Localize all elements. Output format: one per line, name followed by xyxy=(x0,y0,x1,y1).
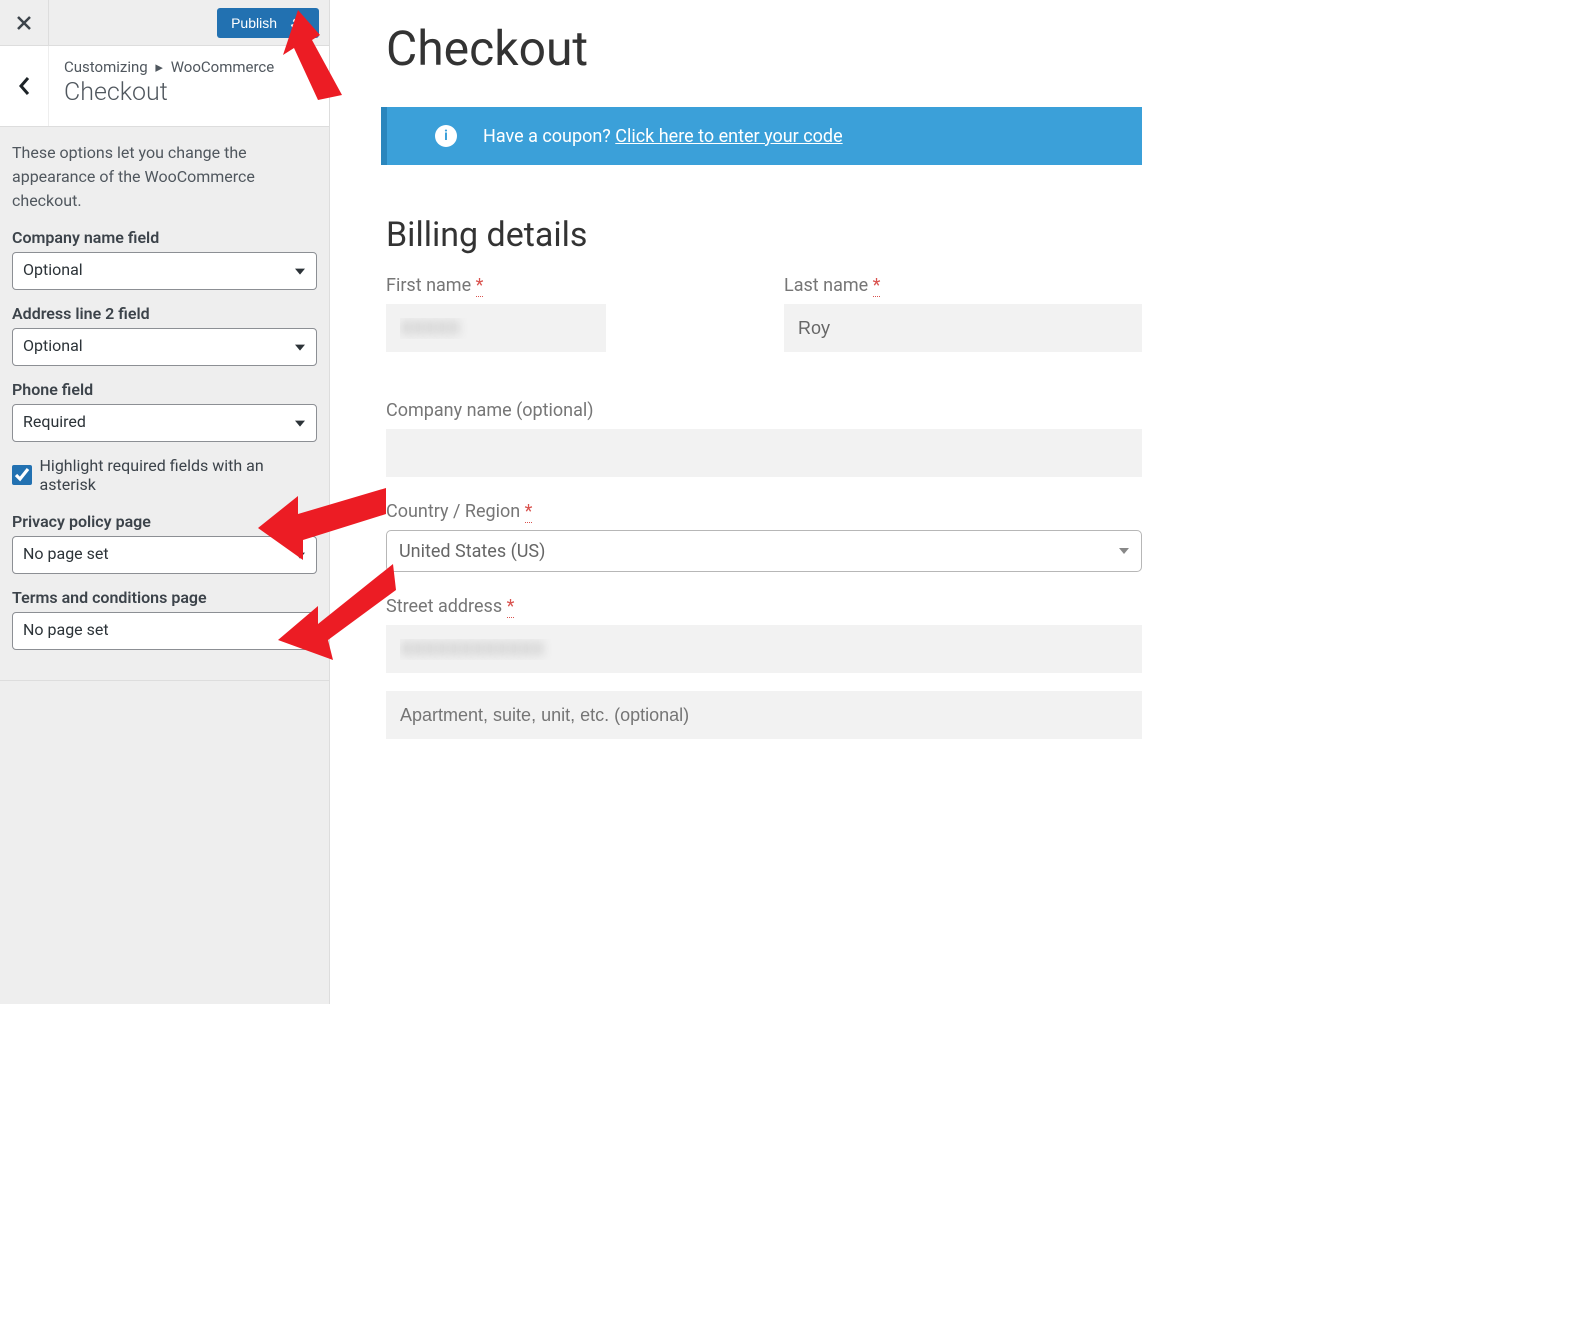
control-privacy-policy-page: Privacy policy page No page set xyxy=(12,512,317,574)
country-select[interactable]: United States (US) xyxy=(386,530,1142,572)
street-label: Street address * xyxy=(386,596,1142,617)
last-name-row: Last name * xyxy=(784,275,1142,352)
control-label: Privacy policy page xyxy=(12,512,317,531)
control-terms-conditions-page: Terms and conditions page No page set xyxy=(12,588,317,650)
last-name-input[interactable] xyxy=(784,304,1142,352)
coupon-notice: i Have a coupon? Click here to enter you… xyxy=(381,107,1142,165)
coupon-prompt: Have a coupon? xyxy=(483,126,611,147)
street-address-input[interactable] xyxy=(386,625,1142,673)
gear-icon xyxy=(289,15,305,31)
preview-pane: Checkout i Have a coupon? Click here to … xyxy=(332,0,1180,1004)
highlight-required-checkbox[interactable] xyxy=(12,465,32,485)
close-button[interactable] xyxy=(0,0,49,45)
label-text: Street address xyxy=(386,596,502,617)
label-text: Country / Region xyxy=(386,501,520,522)
control-phone-field: Phone field Required xyxy=(12,380,317,442)
address-line-2-select[interactable]: Optional xyxy=(12,328,317,366)
control-label: Phone field xyxy=(12,380,317,399)
control-address-line-2-field: Address line 2 field Optional xyxy=(12,304,317,366)
company-input[interactable] xyxy=(386,429,1142,477)
info-icon: i xyxy=(435,125,457,147)
customizer-sidebar: Publish Customizing ▸ WooCommerce Checko… xyxy=(0,0,330,1004)
page-title: Checkout xyxy=(386,20,1142,77)
company-name-select[interactable]: Optional xyxy=(12,252,317,290)
publish-button[interactable]: Publish xyxy=(217,8,319,38)
sidebar-body: These options let you change the appeara… xyxy=(0,127,329,681)
highlight-required-label[interactable]: Highlight required fields with an asteri… xyxy=(40,456,317,494)
phone-select[interactable]: Required xyxy=(12,404,317,442)
breadcrumb-separator-icon: ▸ xyxy=(155,58,163,76)
back-button[interactable] xyxy=(0,46,49,126)
divider xyxy=(0,680,329,681)
first-name-label: First name * xyxy=(386,275,744,296)
section-title: Checkout xyxy=(64,78,274,107)
control-label: Company name field xyxy=(12,228,317,247)
privacy-policy-select[interactable]: No page set xyxy=(12,536,317,574)
coupon-link[interactable]: Click here to enter your code xyxy=(615,126,842,147)
label-text: First name xyxy=(386,275,471,296)
billing-heading: Billing details xyxy=(386,215,1142,255)
apartment-input[interactable] xyxy=(386,691,1142,739)
highlight-required-row: Highlight required fields with an asteri… xyxy=(12,456,317,494)
country-row: Country / Region * United States (US) xyxy=(386,501,1142,572)
control-label: Address line 2 field xyxy=(12,304,317,323)
breadcrumb-root: Customizing xyxy=(64,58,148,76)
company-label: Company name (optional) xyxy=(386,400,1142,421)
street-address-row: Street address * xyxy=(386,596,1142,739)
label-text: Last name xyxy=(784,275,868,296)
company-row: Company name (optional) xyxy=(386,400,1142,477)
required-asterisk-icon: * xyxy=(525,501,533,523)
chevron-down-icon xyxy=(1119,548,1129,554)
control-company-name-field: Company name field Optional xyxy=(12,228,317,290)
sidebar-topbar: Publish xyxy=(0,0,329,46)
close-icon xyxy=(17,16,31,30)
first-name-input[interactable] xyxy=(386,304,606,352)
country-value: United States (US) xyxy=(399,541,545,562)
breadcrumb-parent: WooCommerce xyxy=(171,58,275,76)
sidebar-header: Customizing ▸ WooCommerce Checkout xyxy=(0,46,329,127)
required-asterisk-icon: * xyxy=(873,275,881,297)
last-name-label: Last name * xyxy=(784,275,1142,296)
publish-label: Publish xyxy=(231,15,277,31)
terms-conditions-select[interactable]: No page set xyxy=(12,612,317,650)
required-asterisk-icon: * xyxy=(476,275,484,297)
country-label: Country / Region * xyxy=(386,501,1142,522)
chevron-left-icon xyxy=(18,76,30,96)
first-name-row: First name * xyxy=(386,275,744,352)
intro-text: These options let you change the appeara… xyxy=(12,141,317,213)
control-label: Terms and conditions page xyxy=(12,588,317,607)
required-asterisk-icon: * xyxy=(507,596,515,618)
breadcrumb: Customizing ▸ WooCommerce xyxy=(64,58,274,76)
